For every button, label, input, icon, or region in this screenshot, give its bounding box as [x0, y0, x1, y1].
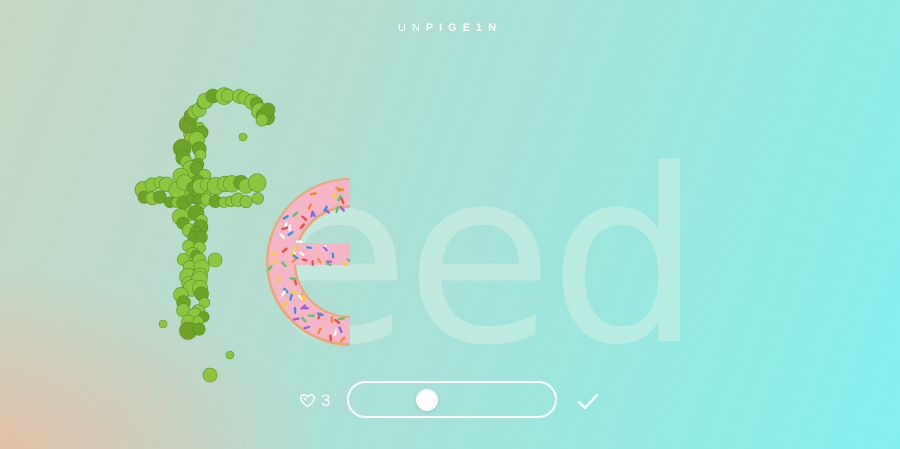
brand-logo-light: UN: [397, 22, 426, 34]
hero-word-outline: eed: [262, 118, 698, 398]
response-slider[interactable]: [347, 381, 557, 418]
heart-icon: [300, 394, 315, 408]
like-count: 3: [321, 391, 331, 410]
brand-logo: UNPIGE1N: [0, 22, 900, 34]
checkmark-icon[interactable]: [576, 389, 600, 413]
slider-thumb[interactable]: [416, 388, 439, 411]
brand-logo-bold: PIGE1N: [425, 22, 503, 34]
like-button[interactable]: 3: [300, 391, 330, 411]
controls-bar: 3: [0, 381, 900, 421]
donut-letter-e: [266, 178, 350, 346]
pea-letter-f: [134, 87, 276, 383]
